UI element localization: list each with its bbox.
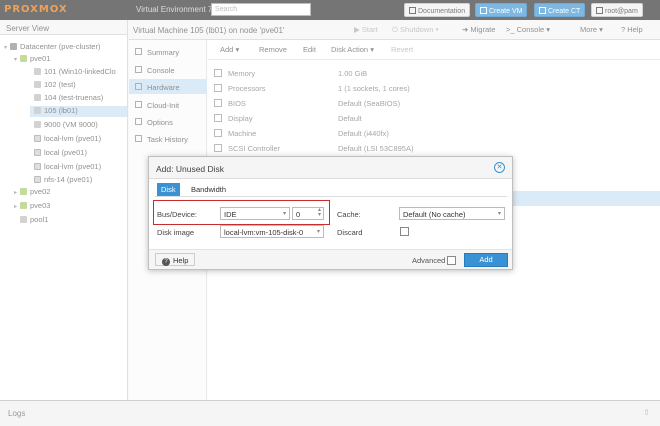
log-label[interactable]: Logs [8, 409, 25, 418]
disk-image-select[interactable]: local-lvm:vm-105-disk-0 ▾ [220, 225, 324, 238]
add-button[interactable]: Add [464, 253, 508, 267]
advanced-toggle[interactable]: Advanced [412, 256, 457, 265]
cache-label: Cache: [337, 210, 361, 219]
disk-image-label: Disk image [157, 228, 195, 237]
dialog-header: Add: Unused Disk ✕ [149, 157, 512, 179]
advanced-checkbox[interactable] [447, 256, 457, 265]
tab-bandwidth[interactable]: Bandwidth [187, 183, 230, 196]
tab-disk[interactable]: Disk [157, 183, 180, 196]
close-icon[interactable]: ✕ [494, 162, 505, 173]
log-panel: Logs ⇧ [0, 400, 660, 426]
chevron-down-icon: ▾ [316, 229, 320, 235]
cache-select[interactable]: Default (No cache) ▾ [399, 207, 505, 220]
dialog-title: Add: Unused Disk [156, 164, 225, 174]
discard-checkbox[interactable] [400, 227, 409, 236]
discard-label: Discard [337, 228, 363, 237]
tab-divider [155, 196, 507, 197]
question-icon: ? [162, 258, 170, 266]
dialog-footer: ? Help Advanced Add [149, 249, 512, 269]
chevron-down-icon: ▾ [497, 211, 501, 217]
dialog-help-button[interactable]: ? Help [155, 253, 196, 266]
highlight-box [153, 200, 330, 225]
expand-icon[interactable]: ⇧ [643, 408, 650, 417]
